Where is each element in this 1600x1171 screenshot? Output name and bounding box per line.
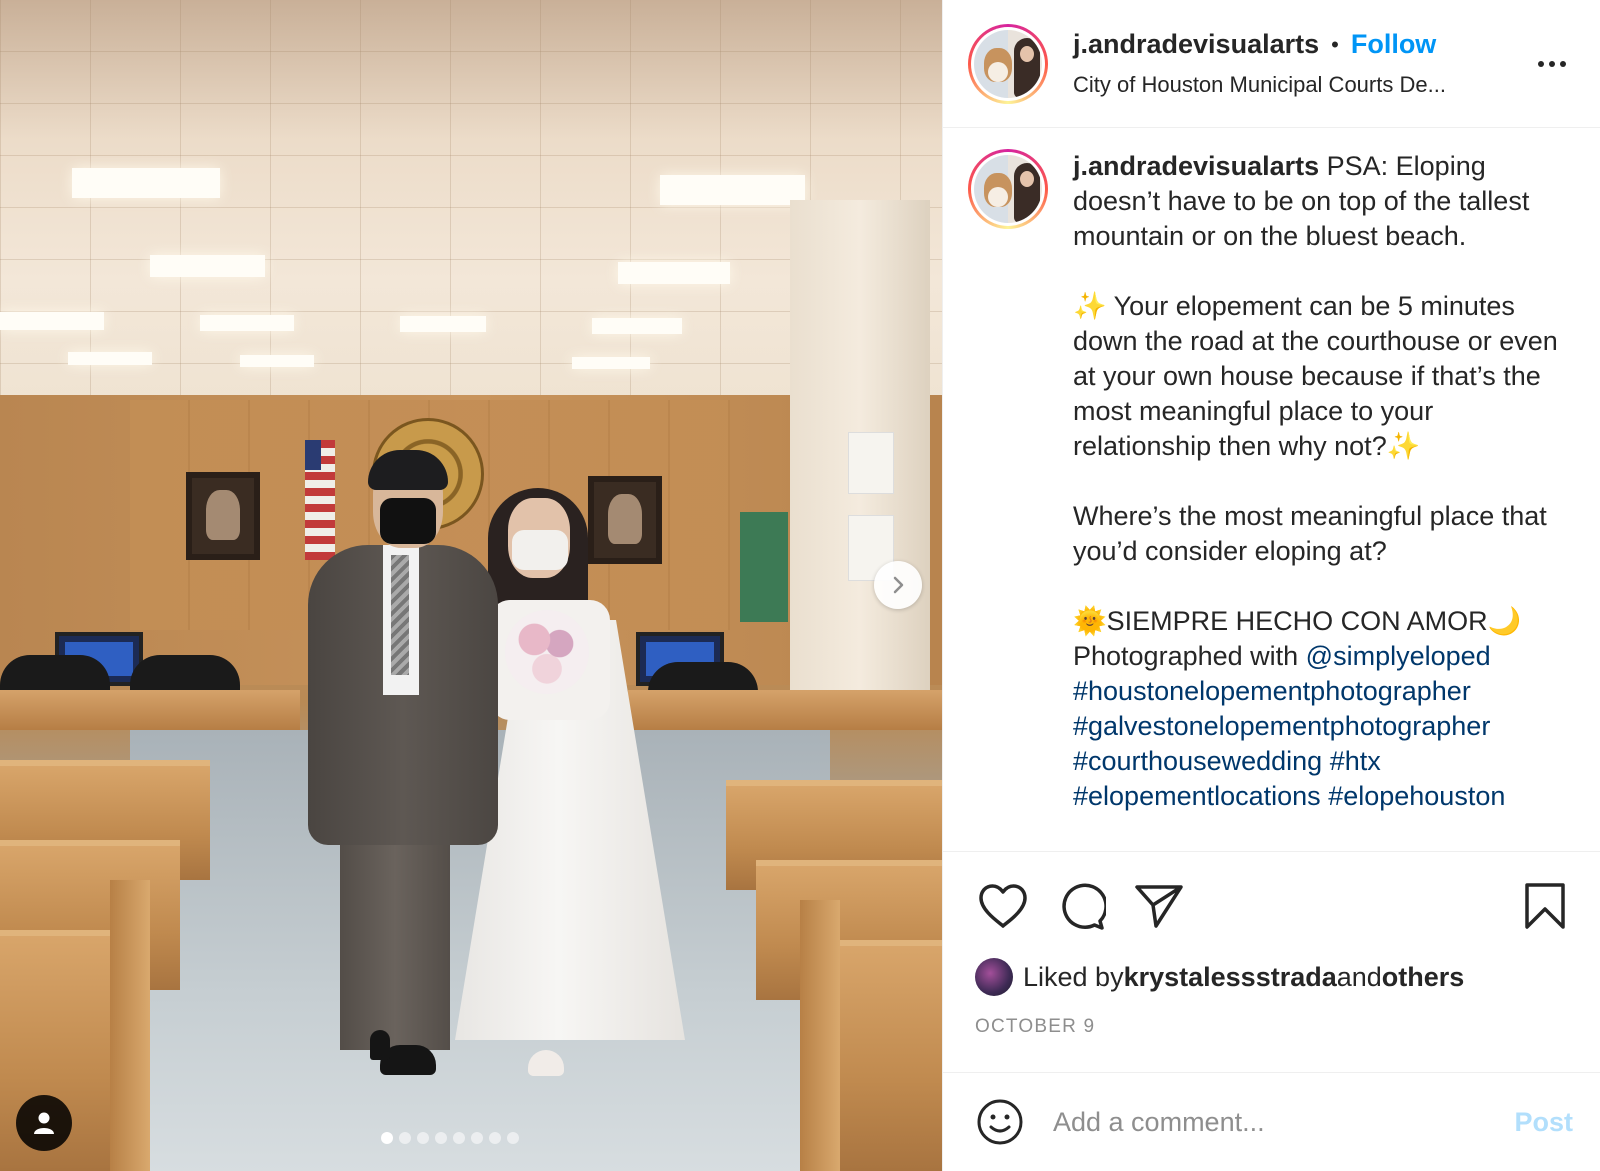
- sun-icon: 🌞: [1073, 606, 1107, 636]
- hashtag-link[interactable]: #elopementlocations: [1073, 781, 1321, 811]
- photo-light: [0, 312, 104, 330]
- more-options-button[interactable]: [1532, 44, 1572, 84]
- carousel-dot: [417, 1132, 429, 1144]
- photo-shoe: [370, 1030, 390, 1060]
- photo-bench: [628, 690, 942, 730]
- photo-portrait: [186, 472, 260, 560]
- hashtag-link[interactable]: #houstonelopementphotographer: [1073, 676, 1471, 706]
- send-icon: [1135, 885, 1183, 928]
- photo-light: [572, 357, 650, 369]
- photo-notice: [848, 432, 894, 494]
- carousel-dot: [399, 1132, 411, 1144]
- hashtag-link[interactable]: #elopehouston: [1328, 781, 1505, 811]
- likes-summary: Liked by krystalessstrada and others: [975, 958, 1573, 996]
- caption-section: j.andradevisualarts PSA: Eloping doesn’t…: [943, 129, 1600, 851]
- follow-button[interactable]: Follow: [1351, 29, 1436, 60]
- carousel-next-button[interactable]: [874, 561, 922, 609]
- emoji-button[interactable]: [975, 1097, 1025, 1147]
- action-bar: [975, 876, 1573, 936]
- share-button[interactable]: [1131, 878, 1187, 934]
- profile-avatar[interactable]: [968, 23, 1048, 104]
- heart-icon: [979, 884, 1027, 928]
- photo-light: [400, 316, 486, 332]
- photo-groom-mask: [380, 498, 436, 544]
- photo-light: [592, 318, 682, 334]
- photo-bench: [0, 690, 300, 730]
- photo-light: [150, 255, 265, 277]
- photo-groom-legs: [340, 820, 450, 1050]
- photo-flag: [305, 440, 335, 560]
- post-photo[interactable]: [0, 0, 942, 1171]
- like-button[interactable]: [975, 878, 1031, 934]
- likes-others-link[interactable]: others: [1382, 962, 1465, 993]
- post-comment-button[interactable]: Post: [1514, 1107, 1573, 1138]
- photo-light: [618, 262, 730, 284]
- caption-username[interactable]: j.andradevisualarts: [1073, 151, 1319, 181]
- post-username[interactable]: j.andradevisualarts: [1073, 29, 1319, 60]
- liker-avatar[interactable]: [975, 958, 1013, 996]
- photo-pew-side: [110, 880, 150, 1171]
- comment-input[interactable]: [1053, 1106, 1515, 1138]
- hashtag-link[interactable]: #htx: [1330, 746, 1381, 776]
- carousel-dot: [489, 1132, 501, 1144]
- comment-bar: Post: [943, 1072, 1600, 1171]
- sparkles-icon: ✨: [1386, 431, 1421, 461]
- caption-avatar[interactable]: [968, 149, 1048, 229]
- post-header: j.andradevisualarts • Follow City of Hou…: [943, 0, 1600, 128]
- carousel-dot: [453, 1132, 465, 1144]
- likes-middle: and: [1336, 961, 1382, 992]
- caption-text: j.andradevisualarts PSA: Eloping doesn’t…: [1073, 149, 1565, 851]
- bookmark-icon: [1525, 883, 1565, 929]
- photo-groom-tie: [391, 555, 409, 675]
- caption-paragraph-2: Your elopement can be 5 minutes down the…: [1073, 291, 1558, 461]
- photo-board: [740, 512, 788, 622]
- header-separator: •: [1331, 31, 1339, 57]
- hashtag-link[interactable]: #courthousewedding: [1073, 746, 1322, 776]
- photo-light: [68, 352, 152, 365]
- photo-light: [660, 175, 805, 205]
- smiley-icon: [977, 1099, 1023, 1145]
- photo-light: [200, 315, 294, 331]
- likes-prefix: Liked by: [1023, 961, 1124, 992]
- carousel-dot: [507, 1132, 519, 1144]
- carousel-dot: [381, 1132, 393, 1144]
- photo-light: [72, 168, 220, 198]
- caption-paragraph-3: Where’s the most meaningful place that y…: [1073, 501, 1547, 566]
- chevron-right-icon: [893, 576, 904, 594]
- post-location[interactable]: City of Houston Municipal Courts De...: [1073, 72, 1503, 98]
- photo-portrait: [588, 476, 662, 564]
- photo-bouquet: [505, 610, 589, 694]
- photo-light: [240, 355, 314, 367]
- action-section: Liked by krystalessstrada and others OCT…: [943, 851, 1600, 1038]
- carousel-dot: [471, 1132, 483, 1144]
- comment-icon: [1062, 883, 1106, 930]
- carousel-indicator: [0, 1132, 942, 1144]
- post-date[interactable]: OCTOBER 9: [975, 1016, 1573, 1038]
- caption-motto: SIEMPRE HECHO CON AMOR: [1106, 606, 1488, 636]
- mention-link[interactable]: @simplyeloped: [1306, 641, 1491, 671]
- sparkles-icon: ✨: [1073, 291, 1107, 321]
- comment-button[interactable]: [1053, 878, 1109, 934]
- moon-icon: 🌙: [1487, 606, 1522, 636]
- liker-username[interactable]: krystalessstrada: [1124, 962, 1337, 993]
- post-details-panel: j.andradevisualarts • Follow City of Hou…: [942, 0, 1600, 1171]
- photo-bride-mask: [512, 530, 568, 570]
- hashtag-link[interactable]: #galvestonelopementphotographer: [1073, 711, 1490, 741]
- save-button[interactable]: [1517, 878, 1573, 934]
- photographed-prefix: Photographed with: [1073, 641, 1306, 671]
- photo-pew-side: [800, 900, 840, 1171]
- more-horizontal-icon: [1538, 60, 1566, 67]
- carousel-dot: [435, 1132, 447, 1144]
